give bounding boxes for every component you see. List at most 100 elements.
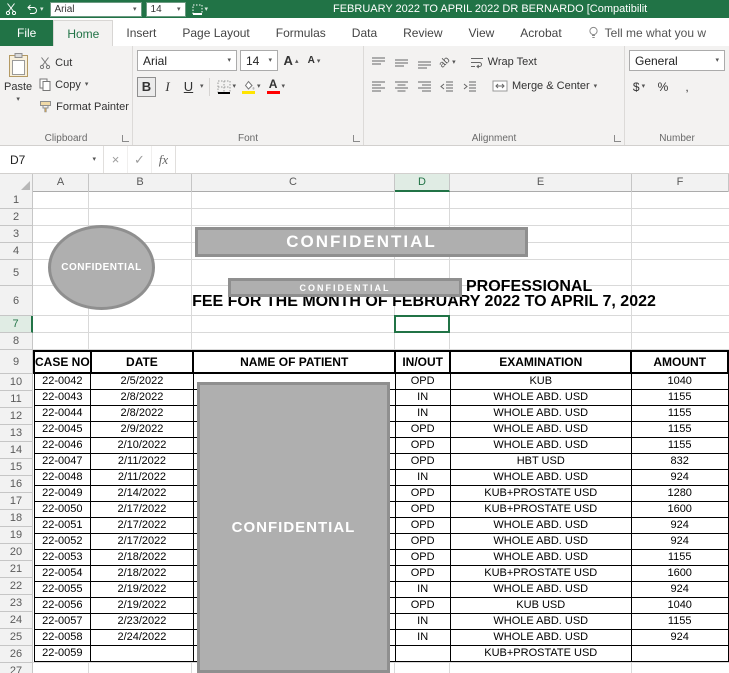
font-size-select[interactable]: 14 ▾: [240, 50, 278, 71]
cell[interactable]: IN: [394, 612, 451, 630]
row-header-18[interactable]: 18: [0, 510, 33, 527]
font-name-select[interactable]: Arial ▾: [137, 50, 237, 71]
cell[interactable]: 2/18/2022: [90, 564, 194, 582]
format-painter-button[interactable]: Format Painter: [37, 97, 131, 116]
tab-review[interactable]: Review: [390, 20, 455, 46]
cell[interactable]: 1155: [630, 436, 729, 454]
cell[interactable]: OPD: [394, 548, 451, 566]
cell[interactable]: OPD: [394, 564, 451, 582]
tab-file[interactable]: File: [0, 20, 54, 46]
cancel-icon[interactable]: ×: [104, 146, 128, 173]
confidential-ellipse-shape[interactable]: CONFIDENTIAL: [48, 225, 155, 310]
cell[interactable]: WHOLE ABD. USD: [449, 420, 632, 438]
cell[interactable]: 22-0043: [33, 388, 92, 406]
cell[interactable]: WHOLE ABD. USD: [449, 628, 632, 646]
row-header-14[interactable]: 14: [0, 442, 33, 459]
paste-button[interactable]: Paste ▾: [4, 50, 32, 116]
cut-button[interactable]: Cut: [37, 53, 131, 72]
table-header-cell[interactable]: EXAMINATION: [449, 350, 633, 374]
underline-button[interactable]: U: [179, 77, 198, 97]
font-dialog-launcher[interactable]: [353, 135, 360, 142]
row-header-16[interactable]: 16: [0, 476, 33, 493]
tab-insert[interactable]: Insert: [113, 20, 169, 46]
row-header-3[interactable]: 3: [0, 226, 33, 243]
cell[interactable]: 22-0059: [33, 644, 92, 662]
align-middle-button[interactable]: [391, 52, 411, 73]
cell[interactable]: 1155: [630, 612, 729, 630]
cell[interactable]: 22-0058: [33, 628, 92, 646]
table-header-cell[interactable]: AMOUNT: [630, 350, 729, 374]
cell[interactable]: KUB: [449, 372, 632, 390]
cell[interactable]: 22-0049: [33, 484, 92, 502]
cell[interactable]: 2/8/2022: [90, 404, 194, 422]
tell-me-box[interactable]: Tell me what you w: [587, 20, 706, 46]
confidential-banner-shape[interactable]: CONFIDENTIAL: [195, 227, 528, 257]
wrap-text-button[interactable]: Wrap Text: [467, 52, 540, 73]
row-header-17[interactable]: 17: [0, 493, 33, 510]
cell[interactable]: 22-0045: [33, 420, 92, 438]
cell[interactable]: KUB USD: [449, 596, 632, 614]
cell[interactable]: 2/19/2022: [90, 596, 194, 614]
percent-style-button[interactable]: %: [653, 76, 673, 97]
row-header-20[interactable]: 20: [0, 544, 33, 561]
cell[interactable]: 22-0047: [33, 452, 92, 470]
cell[interactable]: 1600: [630, 500, 729, 518]
cell[interactable]: 1155: [630, 404, 729, 422]
cell[interactable]: KUB+PROSTATE USD: [449, 484, 632, 502]
row-header-1[interactable]: 1: [0, 192, 33, 209]
cell[interactable]: IN: [394, 580, 451, 598]
tab-view[interactable]: View: [456, 20, 508, 46]
cell[interactable]: WHOLE ABD. USD: [449, 580, 632, 598]
cell[interactable]: 1155: [630, 388, 729, 406]
cell[interactable]: 22-0054: [33, 564, 92, 582]
cell[interactable]: 2/8/2022: [90, 388, 194, 406]
align-top-button[interactable]: [368, 52, 388, 73]
cell[interactable]: 2/17/2022: [90, 500, 194, 518]
clipboard-dialog-launcher[interactable]: [122, 135, 129, 142]
cell[interactable]: WHOLE ABD. USD: [449, 468, 632, 486]
row-header-7[interactable]: 7: [0, 316, 33, 333]
column-header-B[interactable]: B: [89, 174, 192, 192]
row-header-4[interactable]: 4: [0, 243, 33, 260]
cell[interactable]: IN: [394, 628, 451, 646]
cell[interactable]: OPD: [394, 596, 451, 614]
row-header-15[interactable]: 15: [0, 459, 33, 476]
row-header-19[interactable]: 19: [0, 527, 33, 544]
cell[interactable]: 2/14/2022: [90, 484, 194, 502]
row-header-12[interactable]: 12: [0, 408, 33, 425]
enter-icon[interactable]: ✓: [128, 146, 152, 173]
number-format-select[interactable]: General ▾: [629, 50, 725, 71]
row-header-22[interactable]: 22: [0, 578, 33, 595]
row-header-2[interactable]: 2: [0, 209, 33, 226]
select-all-button[interactable]: [0, 174, 33, 192]
cell[interactable]: 22-0053: [33, 548, 92, 566]
cell[interactable]: 2/23/2022: [90, 612, 194, 630]
column-header-D[interactable]: D: [395, 174, 450, 192]
borders-button[interactable]: ▾: [215, 76, 239, 97]
align-center-button[interactable]: [391, 76, 411, 97]
increase-font-size-button[interactable]: A ▴: [281, 50, 301, 71]
italic-button[interactable]: I: [158, 77, 177, 97]
align-bottom-button[interactable]: [414, 52, 434, 73]
cell[interactable]: OPD: [394, 452, 451, 470]
cell[interactable]: WHOLE ABD. USD: [449, 532, 632, 550]
qat-font-size-select[interactable]: 14 ▾: [145, 1, 186, 17]
cell[interactable]: 1155: [630, 420, 729, 438]
tab-home[interactable]: Home: [53, 20, 114, 46]
qat-undo-button[interactable]: ▾: [23, 1, 46, 17]
align-right-button[interactable]: [414, 76, 434, 97]
row-header-24[interactable]: 24: [0, 612, 33, 629]
column-header-E[interactable]: E: [450, 174, 632, 192]
active-cell-selection[interactable]: [394, 315, 450, 333]
increase-indent-button[interactable]: [460, 76, 480, 97]
cell[interactable]: 924: [630, 468, 729, 486]
cell[interactable]: 22-0052: [33, 532, 92, 550]
cell[interactable]: WHOLE ABD. USD: [449, 612, 632, 630]
orientation-button[interactable]: ab ▾: [437, 52, 458, 73]
cell[interactable]: 2/19/2022: [90, 580, 194, 598]
cell[interactable]: 22-0055: [33, 580, 92, 598]
cell[interactable]: 22-0048: [33, 468, 92, 486]
row-header-8[interactable]: 8: [0, 333, 33, 350]
cell[interactable]: 22-0042: [33, 372, 92, 390]
row-header-13[interactable]: 13: [0, 425, 33, 442]
